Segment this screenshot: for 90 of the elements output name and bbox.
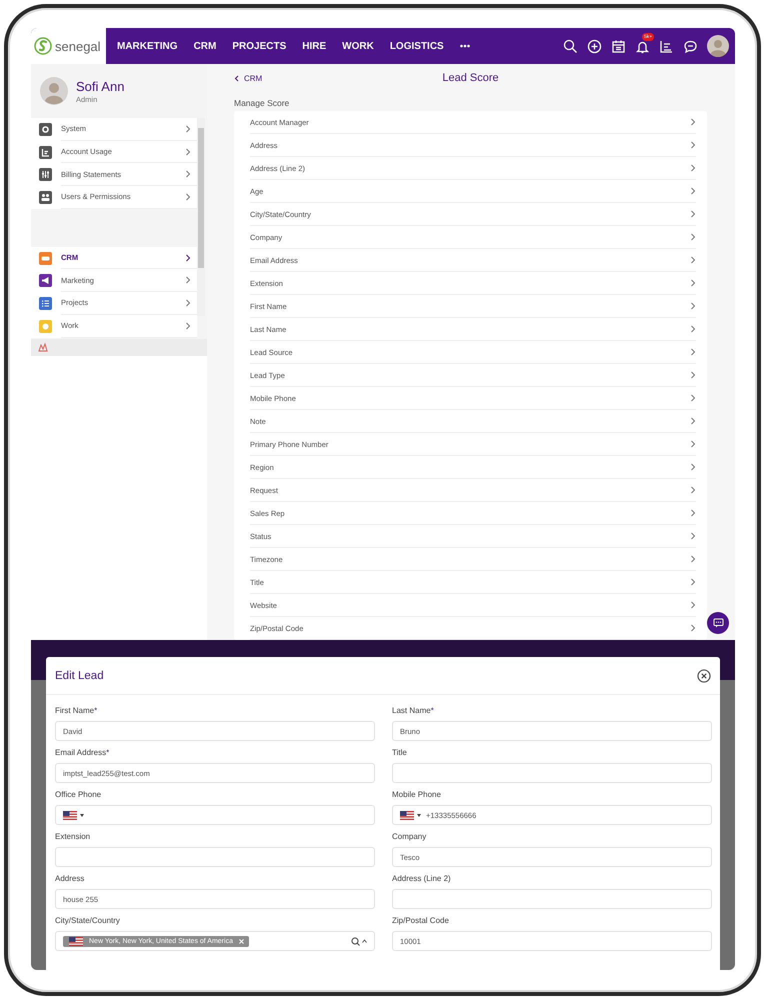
field-label: Title xyxy=(392,747,408,759)
close-icon[interactable] xyxy=(697,668,711,682)
chevron-icon xyxy=(690,532,696,540)
remove-icon[interactable] xyxy=(238,938,244,944)
chevron-icon xyxy=(690,509,696,517)
menu-icon xyxy=(39,320,52,333)
page-title: Lead Score xyxy=(442,72,499,84)
country-picker[interactable] xyxy=(400,810,421,820)
menu-icon xyxy=(39,274,52,288)
chevron-icon xyxy=(690,233,696,241)
nav-menu-item[interactable]: CRM xyxy=(194,40,216,52)
flag-icon xyxy=(63,810,77,820)
search-icon[interactable] xyxy=(351,936,360,946)
flag-icon xyxy=(69,936,83,946)
chevron-icon xyxy=(690,578,696,586)
avatar[interactable] xyxy=(707,35,729,57)
chevron-icon xyxy=(690,256,696,264)
input-field[interactable] xyxy=(392,889,712,909)
nav-menu-item[interactable]: WORK xyxy=(342,40,374,52)
input-field[interactable] xyxy=(55,805,375,825)
caret-icon xyxy=(80,814,84,816)
chevron-icon xyxy=(690,348,696,356)
add-icon[interactable] xyxy=(587,38,602,54)
chevron-icon xyxy=(690,302,696,310)
field-label: Address xyxy=(55,873,86,885)
chevron-icon xyxy=(690,164,696,172)
field-label: Zip/Postal Code xyxy=(392,915,450,927)
chevron-icon xyxy=(690,118,696,126)
chevron-icon xyxy=(690,417,696,425)
flag-icon xyxy=(400,810,414,820)
country-picker[interactable] xyxy=(63,810,84,820)
chat-icon xyxy=(712,618,724,628)
menu-icon xyxy=(39,168,52,182)
chevron-icon xyxy=(690,555,696,563)
field-label: Address (Line 2) xyxy=(392,873,452,885)
user-name: Sofi Ann xyxy=(76,78,124,94)
chevron-icon xyxy=(690,486,696,494)
logo[interactable]: senegal xyxy=(31,28,106,64)
dialog-title: Edit Lead xyxy=(55,670,104,682)
chat-icon[interactable] xyxy=(683,38,698,54)
search-icon[interactable] xyxy=(563,38,578,54)
chevron-icon xyxy=(185,170,191,178)
reports-icon[interactable] xyxy=(659,38,674,54)
field-label: Last Name* xyxy=(392,705,435,717)
menu-icon xyxy=(39,122,52,136)
field-label: Company xyxy=(392,831,428,843)
menu-icon xyxy=(39,252,52,265)
chevron-icon xyxy=(185,322,191,330)
chevron-icon xyxy=(690,601,696,609)
chevron-icon xyxy=(185,276,191,284)
chevron-icon xyxy=(185,148,191,156)
chevron-icon xyxy=(690,279,696,287)
nav-menu-item[interactable]: LOGISTICS xyxy=(390,40,444,52)
more-icon[interactable] xyxy=(460,44,470,48)
chevron-icon xyxy=(690,141,696,149)
menu-icon xyxy=(39,190,52,204)
chevron-icon xyxy=(185,124,191,133)
logo-icon xyxy=(34,37,52,55)
chevron-icon xyxy=(690,187,696,195)
field-label: City/State/Country xyxy=(55,915,121,927)
field-label: Extension xyxy=(55,831,92,843)
section-heading: Manage Score xyxy=(234,98,290,108)
field-label: Email Address* xyxy=(55,747,110,759)
calendar-icon[interactable] xyxy=(611,38,626,54)
scroll-up-icon[interactable] xyxy=(362,939,367,943)
menu-icon xyxy=(39,146,52,159)
back-icon xyxy=(234,74,239,82)
chevron-icon xyxy=(690,210,696,218)
field-label: Mobile Phone xyxy=(392,789,442,801)
scrollbar[interactable] xyxy=(197,118,205,316)
menu-icon xyxy=(39,296,52,310)
chevron-icon xyxy=(690,463,696,471)
field-label: Office Phone xyxy=(55,789,102,801)
chat-button[interactable] xyxy=(707,612,729,634)
input-field[interactable] xyxy=(55,847,375,867)
chevron-icon xyxy=(690,371,696,379)
field-label: First Name* xyxy=(55,705,98,717)
chevron-icon xyxy=(690,394,696,402)
caret-icon xyxy=(417,814,421,816)
chevron-icon xyxy=(185,254,191,262)
nav-menu-item[interactable]: PROJECTS xyxy=(232,40,286,52)
input-field[interactable] xyxy=(392,763,712,783)
chevron-icon xyxy=(690,325,696,333)
chevron-icon xyxy=(185,192,191,201)
chevron-icon xyxy=(690,624,696,632)
chevron-icon xyxy=(690,440,696,448)
nav-menu-item[interactable]: MARKETING xyxy=(117,40,178,52)
nav-menu-item[interactable]: HIRE xyxy=(302,40,326,52)
back-link[interactable]: CRM xyxy=(234,74,262,82)
chevron-icon xyxy=(185,298,191,307)
